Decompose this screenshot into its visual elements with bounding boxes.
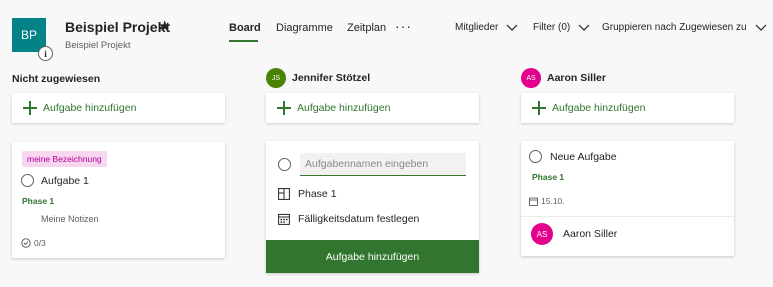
bucket-selector[interactable]: Phase 1 — [278, 188, 337, 200]
star-icon[interactable]: ★ — [158, 17, 171, 35]
members-label: Mitglieder — [455, 22, 499, 33]
filter-menu[interactable]: Filter (0) — [533, 22, 590, 33]
new-task-form: Phase 1 Fälligkeitsdatum festlegen Aufga… — [266, 141, 479, 273]
chevron-down-icon — [755, 24, 767, 32]
task-card[interactable]: Neue Aufgabe Phase 1 15.10. AS Aaron Sil… — [521, 141, 734, 256]
header: BP i Beispiel Projekt ★ Beispiel Projekt… — [0, 0, 773, 61]
task-name-input[interactable] — [300, 153, 466, 176]
add-task-button[interactable]: Aufgabe hinzufügen — [521, 93, 734, 123]
plus-icon — [532, 101, 546, 115]
project-subtitle: Beispiel Projekt — [65, 40, 131, 51]
chevron-down-icon — [578, 24, 590, 32]
group-by-menu[interactable]: Gruppieren nach Zugewiesen zu — [602, 22, 767, 33]
complete-circle-icon[interactable] — [278, 158, 291, 171]
add-task-button[interactable]: Aufgabe hinzufügen — [266, 93, 479, 123]
checklist-icon — [21, 238, 31, 248]
plus-icon — [277, 101, 291, 115]
members-menu[interactable]: Mitglieder — [455, 22, 518, 33]
due-date-value: 15.10. — [541, 196, 565, 206]
column-title: Jennifer Stötzel — [292, 72, 371, 84]
assignee[interactable]: AS Aaron Siller — [531, 223, 617, 245]
add-task-button[interactable]: Aufgabe hinzufügen — [12, 93, 225, 123]
bucket-label: Phase 1 — [298, 188, 337, 200]
tab-board[interactable]: Board — [229, 22, 261, 34]
avatar: AS — [521, 68, 541, 88]
column-title: Aaron Siller — [547, 72, 606, 84]
complete-circle-icon[interactable] — [529, 150, 542, 163]
tab-diagramme[interactable]: Diagramme — [276, 22, 333, 34]
plus-icon — [23, 101, 37, 115]
column-header-unassigned: Nicht zugewiesen — [12, 73, 100, 85]
group-by-label: Gruppieren nach Zugewiesen zu — [602, 22, 747, 33]
due-date: 15.10. — [529, 196, 565, 206]
task-title: Neue Aufgabe — [550, 151, 617, 163]
active-tab-indicator — [229, 40, 258, 42]
submit-add-task-button[interactable]: Aufgabe hinzufügen — [266, 240, 479, 273]
info-icon[interactable]: i — [38, 46, 53, 61]
column-title: Nicht zugewiesen — [12, 73, 101, 85]
filter-label: Filter (0) — [533, 22, 571, 33]
calendar-icon — [278, 213, 290, 225]
column-header-aaron: AS Aaron Siller — [521, 68, 606, 88]
add-task-label: Aufgabe hinzufügen — [552, 102, 646, 114]
add-task-label: Aufgabe hinzufügen — [297, 102, 391, 114]
more-icon[interactable]: ··· — [395, 18, 412, 34]
assignee-name: Aaron Siller — [563, 228, 618, 240]
label-chip: meine Bezeichnung — [22, 151, 107, 167]
bucket-label: Phase 1 — [22, 196, 55, 206]
task-notes: Meine Notizen — [41, 214, 99, 224]
checklist-count: 0/3 — [34, 238, 46, 248]
column-header-jennifer: JS Jennifer Stötzel — [266, 68, 370, 88]
avatar: JS — [266, 68, 286, 88]
bucket-icon — [278, 188, 290, 200]
bucket-label: Phase 1 — [532, 172, 565, 182]
checklist-progress: 0/3 — [21, 238, 46, 248]
divider — [521, 216, 734, 217]
project-initials: BP — [20, 28, 37, 42]
tab-zeitplan[interactable]: Zeitplan — [347, 22, 386, 34]
add-task-label: Aufgabe hinzufügen — [43, 102, 137, 114]
calendar-icon — [529, 197, 538, 206]
due-date-label: Fälligkeitsdatum festlegen — [298, 213, 420, 225]
task-card[interactable]: meine Bezeichnung Aufgabe 1 Phase 1 Mein… — [12, 142, 225, 258]
project-title: Beispiel Projekt — [65, 19, 171, 35]
complete-circle-icon[interactable] — [21, 174, 34, 187]
due-date-selector[interactable]: Fälligkeitsdatum festlegen — [278, 213, 419, 225]
chevron-down-icon — [506, 24, 518, 32]
task-title: Aufgabe 1 — [41, 175, 89, 187]
avatar: AS — [531, 223, 553, 245]
